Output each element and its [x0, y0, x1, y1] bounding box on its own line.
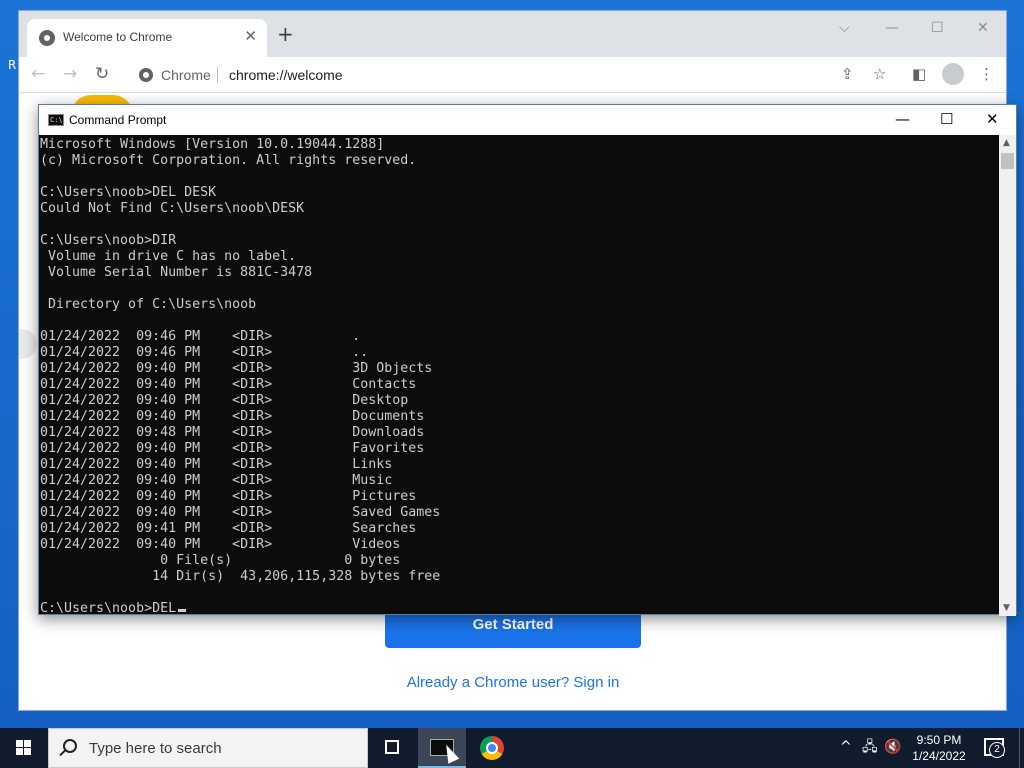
cmd-app-icon: C:\	[48, 114, 64, 126]
console-line: C:\Users\noob>DEL DESK	[40, 185, 217, 200]
console-line: Volume Serial Number is 881C-3478	[40, 265, 313, 280]
console-line: 01/24/2022 09:40 PM <DIR> Pictures	[40, 489, 417, 504]
cmd-close-button[interactable]: ✕	[986, 111, 999, 127]
prompt-text: C:\Users\noob>DEL	[40, 601, 177, 616]
console-line: 01/24/2022 09:48 PM <DIR> Downloads	[40, 425, 425, 440]
search-placeholder: Type here to search	[89, 740, 222, 757]
share-icon[interactable]: ⇪	[841, 66, 854, 82]
taskbar-search-box[interactable]: Type here to search	[48, 728, 368, 768]
taskbar-chrome[interactable]	[468, 728, 516, 768]
address-bar[interactable]: Chrome chrome://welcome	[129, 61, 903, 89]
chrome-favicon-icon	[39, 30, 55, 46]
chrome-site-icon	[139, 68, 153, 82]
desktop-edge-letter: R	[8, 58, 17, 72]
windows-logo-icon	[16, 740, 32, 756]
console-line: 01/24/2022 09:41 PM <DIR> Searches	[40, 521, 417, 536]
console-line: 01/24/2022 09:40 PM <DIR> Contacts	[40, 377, 417, 392]
console-line: (c) Microsoft Corporation. All rights re…	[40, 153, 417, 168]
console-line: 01/24/2022 09:40 PM <DIR> Music	[40, 473, 393, 488]
command-prompt-window: C:\ Command Prompt — ☐ ✕ Microsoft Windo…	[38, 104, 1017, 616]
prompt-line[interactable]: C:\Users\noob>DEL	[40, 601, 999, 616]
console-line: Microsoft Windows [Version 10.0.19044.12…	[40, 137, 385, 152]
console-line: 01/24/2022 09:40 PM <DIR> Favorites	[40, 441, 425, 456]
tab-search-icon[interactable]: ⌵	[839, 20, 850, 36]
clock-time: 9:50 PM	[916, 733, 962, 747]
console-line: Could Not Find C:\Users\noob\DESK	[40, 201, 305, 216]
task-view-icon	[385, 740, 399, 754]
browser-toolbar: ← → ↻ Chrome chrome://welcome ⇪ ☆ ◧ ⋮	[19, 57, 1006, 93]
console-line: 01/24/2022 09:40 PM <DIR> Documents	[40, 409, 425, 424]
system-clock[interactable]: 9:50 PM 1/24/2022	[905, 732, 973, 764]
forward-button[interactable]: →	[63, 65, 77, 83]
console-line: 01/24/2022 09:46 PM <DIR> ..	[40, 345, 369, 360]
cmd-title: Command Prompt	[69, 113, 167, 127]
show-desktop-button[interactable]	[1019, 728, 1024, 768]
omnibox-divider	[217, 67, 218, 83]
close-button[interactable]: ✕	[977, 20, 989, 36]
cmd-maximize-button[interactable]: ☐	[940, 111, 953, 127]
url-text[interactable]: chrome://welcome	[229, 67, 343, 83]
console-line: 01/24/2022 09:40 PM <DIR> 3D Objects	[40, 361, 433, 376]
menu-icon[interactable]: ⋮	[979, 66, 994, 82]
signin-link[interactable]: Already a Chrome user? Sign in	[401, 674, 625, 691]
console-line: 01/24/2022 09:46 PM <DIR> .	[40, 329, 361, 344]
profile-avatar[interactable]	[942, 63, 964, 85]
site-chip: Chrome	[161, 67, 211, 83]
task-view-button[interactable]	[368, 728, 416, 768]
scroll-thumb[interactable]	[1001, 153, 1014, 169]
start-button[interactable]	[0, 728, 48, 768]
back-button[interactable]: ←	[31, 65, 45, 83]
tab-close-icon[interactable]: ✕	[244, 27, 257, 45]
cmd-minimize-button[interactable]: —	[895, 111, 910, 127]
tab-strip: Welcome to Chrome ✕ + ⌵ — ☐ ✕	[19, 11, 1006, 57]
chrome-icon	[480, 736, 504, 760]
clock-date: 1/24/2022	[912, 749, 966, 763]
console-output[interactable]: Microsoft Windows [Version 10.0.19044.12…	[39, 135, 999, 616]
side-decoration	[19, 329, 37, 359]
console-line: 14 Dir(s) 43,206,115,328 bytes free	[40, 569, 441, 584]
scroll-down-arrow-icon[interactable]: ▼	[1003, 603, 1010, 613]
bookmark-star-icon[interactable]: ☆	[873, 66, 886, 82]
taskbar: Type here to search ^ 🖧 🔇 9:50 PM 1/24/2…	[0, 728, 1024, 768]
console-line: Directory of C:\Users\noob	[40, 297, 257, 312]
new-tab-button[interactable]: +	[277, 24, 294, 44]
tab-welcome[interactable]: Welcome to Chrome ✕	[27, 19, 267, 57]
tab-title: Welcome to Chrome	[63, 30, 173, 44]
cmd-scrollbar[interactable]: ▲ ▼	[999, 135, 1016, 616]
console-line: Volume in drive C has no label.	[40, 249, 297, 264]
maximize-button[interactable]: ☐	[931, 20, 944, 36]
console-line: 01/24/2022 09:40 PM <DIR> Links	[40, 457, 393, 472]
console-line: C:\Users\noob>DIR	[40, 233, 177, 248]
text-cursor	[178, 609, 187, 612]
network-icon[interactable]: 🖧	[862, 739, 878, 755]
volume-muted-icon[interactable]: 🔇	[884, 739, 901, 755]
reload-button[interactable]: ↻	[95, 65, 109, 83]
console-line: 01/24/2022 09:40 PM <DIR> Videos	[40, 537, 401, 552]
search-icon	[63, 739, 77, 753]
console-line: 01/24/2022 09:40 PM <DIR> Desktop	[40, 393, 409, 408]
cmd-title-bar[interactable]: C:\ Command Prompt — ☐ ✕	[39, 105, 1016, 135]
console-line: 01/24/2022 09:40 PM <DIR> Saved Games	[40, 505, 441, 520]
minimize-button[interactable]: —	[885, 20, 899, 36]
side-panel-icon[interactable]: ◧	[912, 66, 926, 82]
tray-chevron-icon[interactable]: ^	[840, 739, 852, 755]
scroll-up-arrow-icon[interactable]: ▲	[1003, 138, 1010, 148]
notification-count: 2	[989, 742, 1005, 758]
console-line: 0 File(s) 0 bytes	[40, 553, 401, 568]
